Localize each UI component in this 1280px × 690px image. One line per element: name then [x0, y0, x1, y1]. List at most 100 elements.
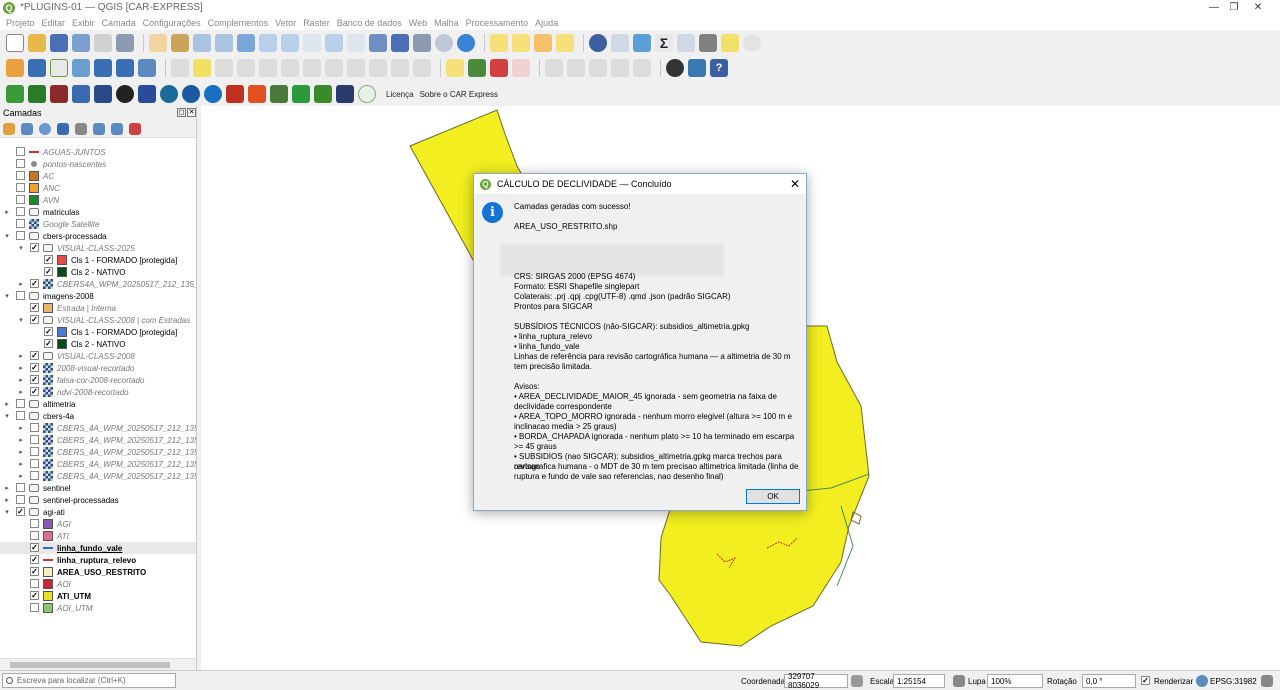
car-classify-icon[interactable]	[314, 85, 332, 103]
layer-tree-item[interactable]: ▾ imagens-2008	[0, 290, 196, 302]
layer-tree-item[interactable]: ▾ ✓ agi-ati	[0, 506, 196, 518]
layer-visibility-checkbox[interactable]: ✓	[44, 267, 53, 276]
scale-field[interactable]: 1:25154	[893, 674, 945, 688]
layer-visibility-checkbox[interactable]	[30, 447, 39, 456]
temporal-controller-icon[interactable]	[435, 34, 453, 52]
layer-visibility-checkbox[interactable]	[16, 483, 25, 492]
layer-label-icon[interactable]	[468, 59, 486, 77]
menu-vetor[interactable]: Vetor	[275, 18, 296, 28]
collapse-arrow-icon[interactable]: ▾	[3, 292, 11, 300]
layer-tree-item[interactable]: ✓ Cls 1 - FORMADO [protegida]	[0, 326, 196, 338]
layer-visibility-checkbox[interactable]: ✓	[30, 567, 39, 576]
layer-visibility-checkbox[interactable]: ✓	[30, 243, 39, 252]
layer-tree-item[interactable]: ▸ ✓ VISUAL-CLASS-2008	[0, 350, 196, 362]
expand-arrow-icon[interactable]: ▸	[3, 208, 11, 216]
layer-visibility-checkbox[interactable]	[16, 291, 25, 300]
expand-arrow-icon[interactable]: ▸	[3, 484, 11, 492]
zoom-to-layer-icon[interactable]	[281, 34, 299, 52]
show-hide-labels-icon[interactable]	[567, 59, 585, 77]
layer-tree-item[interactable]: ▸ sentinel-processadas	[0, 494, 196, 506]
modify-attributes-icon[interactable]	[281, 59, 299, 77]
pan-hand-icon[interactable]	[149, 34, 167, 52]
measure-icon[interactable]	[699, 34, 717, 52]
layer-tree-item[interactable]: AOI	[0, 578, 196, 590]
menu-camada[interactable]: Camada	[102, 18, 136, 28]
expand-arrow-icon[interactable]: ▸	[17, 280, 25, 288]
identify-icon[interactable]	[589, 34, 607, 52]
undo-icon[interactable]	[391, 59, 409, 77]
expand-arrow-icon[interactable]: ▸	[17, 352, 25, 360]
expand-arrow-icon[interactable]: ▸	[17, 388, 25, 396]
locator-search-input[interactable]: Escreva para localizar (Ctrl+K)	[2, 673, 176, 688]
show-bookmarks-icon[interactable]	[413, 34, 431, 52]
layer-tree-item[interactable]: ▸ altimetria	[0, 398, 196, 410]
edit-pencil-icon[interactable]	[171, 59, 189, 77]
layer-tree-item[interactable]: AGUAS-JUNTOS	[0, 146, 196, 158]
layer-tree-item[interactable]: ✓ Estrada | Interna	[0, 302, 196, 314]
layer-visibility-checkbox[interactable]: ✓	[16, 507, 25, 516]
zoom-to-selection-icon[interactable]	[259, 34, 277, 52]
render-toggle[interactable]: ✓ Renderizar	[1141, 675, 1201, 687]
crs-button[interactable]: EPSG:31982	[1210, 674, 1257, 688]
new-project-icon[interactable]	[6, 34, 24, 52]
expand-arrow-icon[interactable]: ▸	[17, 472, 25, 480]
menu-exibir[interactable]: Exibir	[72, 18, 95, 28]
menu-ajuda[interactable]: Ajuda	[535, 18, 558, 28]
car-cbers-icon[interactable]	[160, 85, 178, 103]
layer-tree-item[interactable]: ▸ sentinel	[0, 482, 196, 494]
layer-tree-item[interactable]: ▾ ✓ VISUAL-CLASS-2008 | com Estradas	[0, 314, 196, 326]
select-features-icon[interactable]	[490, 34, 508, 52]
car-fire-icon[interactable]	[226, 85, 244, 103]
car-forest-icon[interactable]	[292, 85, 310, 103]
layer-tree-item[interactable]: ✓ AREA_USO_RESTRITO	[0, 566, 196, 578]
remove-layer-icon[interactable]	[129, 122, 141, 135]
add-vector-layer-icon[interactable]	[6, 59, 24, 77]
coordinate-field[interactable]: 329707 8036029	[784, 672, 848, 690]
add-feature-icon[interactable]	[237, 59, 255, 77]
layer-visibility-checkbox[interactable]: ✓	[30, 279, 39, 288]
layer-visibility-checkbox[interactable]	[30, 459, 39, 468]
menu-raster[interactable]: Raster	[303, 18, 330, 28]
close-window-button[interactable]: ✕	[1236, 0, 1280, 15]
layer-tree-item[interactable]: AC	[0, 170, 196, 182]
layer-visibility-checkbox[interactable]: ✓	[30, 303, 39, 312]
zoom-field[interactable]: 100%	[987, 674, 1043, 688]
menu-malha[interactable]: Malha	[434, 18, 459, 28]
menu-processamento[interactable]: Processamento	[466, 18, 529, 28]
pan-to-selection-icon[interactable]	[171, 34, 189, 52]
layer-visibility-checkbox[interactable]	[30, 471, 39, 480]
layer-style-icon[interactable]	[3, 122, 15, 135]
label-abc-red-icon[interactable]	[512, 59, 530, 77]
zoom-full-icon[interactable]	[237, 34, 255, 52]
layer-visibility-checkbox[interactable]: ✓	[30, 543, 39, 552]
layer-visibility-checkbox[interactable]: ✓	[44, 339, 53, 348]
layer-tree-item[interactable]: ATI	[0, 530, 196, 542]
dialog-close-icon[interactable]: ✕	[790, 177, 800, 191]
select-by-value-icon[interactable]	[512, 34, 530, 52]
layer-tree-item[interactable]: ▸ CBERS_4A_WPM_20250517_212_135_	[0, 458, 196, 470]
expand-arrow-icon[interactable]: ▸	[3, 400, 11, 408]
layer-tree-item[interactable]: ▸ ✓ CBERS4A_WPM_20250517_212_135_L	[0, 278, 196, 290]
statistics-sigma-icon[interactable]: Σ	[655, 34, 673, 52]
rotate-label-icon[interactable]	[611, 59, 629, 77]
add-group-icon[interactable]	[21, 122, 33, 135]
add-mesh-icon[interactable]	[94, 59, 112, 77]
annotation-icon[interactable]	[721, 34, 739, 52]
menu-web[interactable]: Web	[409, 18, 427, 28]
layer-visibility-checkbox[interactable]	[30, 519, 39, 528]
menu-editar[interactable]: Editar	[42, 18, 66, 28]
layer-visibility-checkbox[interactable]	[16, 183, 25, 192]
layer-tree-item[interactable]: ✓ Cls 2 - NATIVO	[0, 266, 196, 278]
collapse-arrow-icon[interactable]: ▾	[3, 232, 11, 240]
layer-visibility-checkbox[interactable]	[30, 603, 39, 612]
collapse-arrow-icon[interactable]: ▾	[3, 412, 11, 420]
save-edits-icon[interactable]	[215, 59, 233, 77]
car-alert-icon[interactable]	[248, 85, 266, 103]
car-tools-icon[interactable]	[72, 85, 90, 103]
refresh-icon[interactable]	[457, 34, 475, 52]
layer-tree-scrollbar[interactable]	[0, 658, 196, 670]
ok-button[interactable]: OK	[746, 489, 800, 504]
toggle-extents-icon[interactable]	[851, 675, 863, 687]
select-location-icon[interactable]	[556, 34, 574, 52]
layer-visibility-checkbox[interactable]: ✓	[30, 363, 39, 372]
